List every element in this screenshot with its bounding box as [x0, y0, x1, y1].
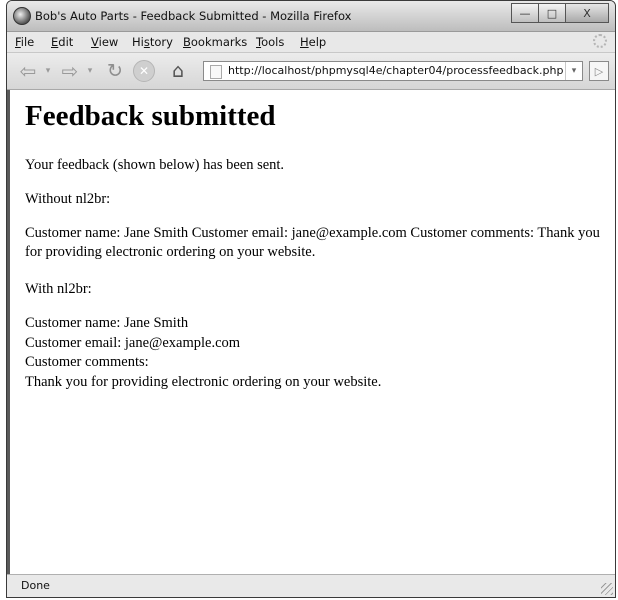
- menu-tools-label: ools: [261, 35, 285, 49]
- stop-button[interactable]: ✕: [133, 60, 155, 82]
- menu-history-label-start: Hi: [132, 35, 144, 49]
- menu-bookmarks-access-key: B: [183, 35, 191, 49]
- customer-comments-label-line: Customer comments:: [25, 354, 149, 370]
- go-button[interactable]: ▷: [589, 61, 609, 81]
- page-icon: [210, 65, 222, 79]
- page-content: Feedback submitted Your feedback (shown …: [7, 90, 615, 575]
- menu-bookmarks-label: ookmarks: [190, 35, 248, 49]
- menu-file-label: ile: [20, 35, 35, 49]
- customer-comments-line: Thank you for providing electronic order…: [25, 373, 382, 390]
- title-bar[interactable]: Bob's Auto Parts - Feedback Submitted - …: [7, 1, 615, 32]
- forward-button[interactable]: ⇨: [57, 59, 83, 83]
- close-button[interactable]: X: [565, 3, 609, 23]
- browser-window: Bob's Auto Parts - Feedback Submitted - …: [6, 0, 616, 598]
- activity-throbber-icon: [593, 34, 607, 48]
- menu-history[interactable]: History: [132, 35, 173, 49]
- window-title: Bob's Auto Parts - Feedback Submitted - …: [35, 9, 352, 23]
- resize-grip[interactable]: [601, 583, 613, 595]
- url-text[interactable]: http://localhost/phpmysql4e/chapter04/pr…: [228, 64, 563, 77]
- navigation-toolbar: ⇦ ▾ ⇨ ▾ ↻ ✕ ⌂ http://localhost/phpmysql4…: [7, 53, 615, 90]
- status-text: Done: [21, 579, 50, 592]
- window-controls: — □ X: [511, 3, 609, 23]
- without-nl2br-label: Without nl2br:: [25, 191, 111, 207]
- back-history-dropdown[interactable]: ▾: [43, 59, 53, 83]
- maximize-button[interactable]: □: [538, 3, 566, 23]
- forward-history-dropdown[interactable]: ▾: [85, 59, 95, 83]
- firefox-icon: [13, 7, 31, 25]
- reload-button[interactable]: ↻: [103, 59, 127, 83]
- menu-help[interactable]: Help: [300, 35, 326, 49]
- menu-help-label: elp: [308, 35, 327, 49]
- customer-name-line: Customer name: Jane Smith: [25, 315, 189, 331]
- back-button[interactable]: ⇦: [15, 59, 41, 83]
- url-bar[interactable]: http://localhost/phpmysql4e/chapter04/pr…: [203, 61, 583, 81]
- menu-file[interactable]: File: [15, 35, 34, 49]
- menu-help-access-key: H: [300, 35, 309, 49]
- home-button[interactable]: ⌂: [165, 59, 191, 83]
- menu-bar: File Edit View History Bookmarks Tools H…: [7, 32, 615, 53]
- customer-email-line: Customer email: jane@example.com: [25, 334, 241, 351]
- menu-bookmarks[interactable]: Bookmarks: [183, 35, 247, 49]
- with-nl2br-label: With nl2br:: [25, 281, 92, 297]
- menu-view-access-key: V: [91, 35, 99, 49]
- with-nl2br-text: Customer name: Jane Smith Customer email…: [25, 314, 615, 392]
- page-heading: Feedback submitted: [25, 100, 276, 132]
- status-bar: Done: [7, 574, 615, 597]
- menu-history-label-end: tory: [149, 35, 173, 49]
- menu-view[interactable]: View: [91, 35, 118, 49]
- menu-view-label: iew: [98, 35, 119, 49]
- without-nl2br-text: Customer name: Jane Smith Customer email…: [25, 225, 600, 260]
- menu-edit-label: dit: [58, 35, 74, 49]
- minimize-button[interactable]: —: [511, 3, 539, 23]
- url-history-dropdown[interactable]: ▾: [565, 62, 582, 80]
- intro-text: Your feedback (shown below) has been sen…: [25, 157, 285, 173]
- menu-tools[interactable]: Tools: [256, 35, 284, 49]
- menu-edit[interactable]: Edit: [51, 35, 73, 49]
